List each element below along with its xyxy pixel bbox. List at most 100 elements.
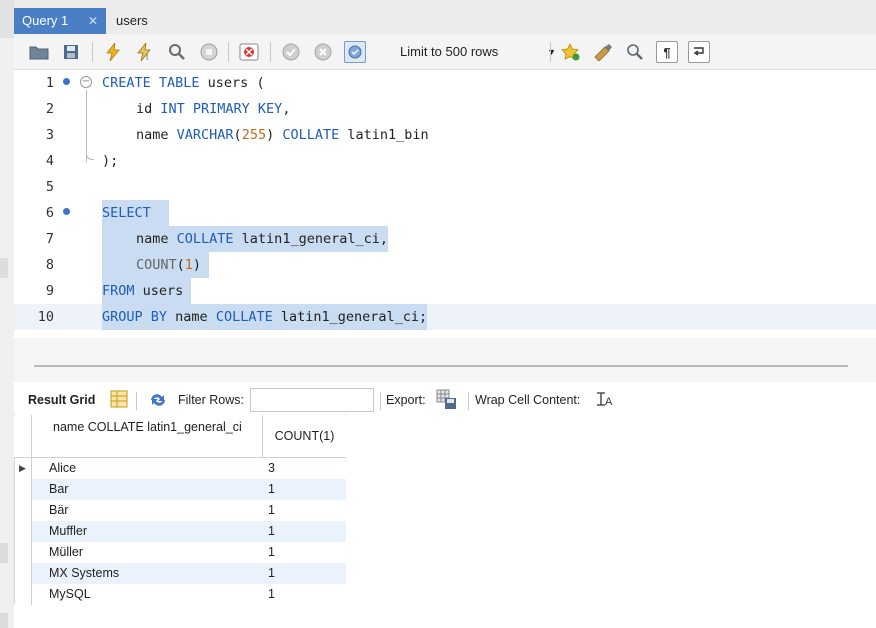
fold-end-marker xyxy=(86,148,94,160)
tab-label: Query 1 xyxy=(22,13,69,28)
code-token: COLLATE xyxy=(282,127,340,143)
table-cell[interactable]: Bar xyxy=(32,479,262,500)
code-token: users ( xyxy=(199,75,265,91)
code-token: VARCHAR xyxy=(176,127,234,143)
table-row[interactable]: Bar 1 xyxy=(14,479,346,500)
table-cell[interactable]: 1 xyxy=(262,584,346,605)
code-text: SELECT xyxy=(102,200,169,226)
close-icon[interactable]: ✕ xyxy=(88,8,98,34)
panel-marker xyxy=(0,543,8,563)
table-cell[interactable]: 3 xyxy=(262,458,346,479)
editor-line: 7 name COLLATE latin1_general_ci, xyxy=(14,226,876,252)
export-label: Export: xyxy=(386,393,426,407)
explain-icon[interactable] xyxy=(166,41,188,63)
code-token: GROUP BY xyxy=(102,309,168,325)
panel-marker xyxy=(0,258,8,278)
toolbar-separator xyxy=(550,42,551,62)
code-text: ); xyxy=(102,153,119,169)
line-number: 2 xyxy=(45,101,54,117)
editor-line: 6 SELECT xyxy=(14,200,876,226)
left-panel-strip xyxy=(0,38,14,628)
column-header-name[interactable]: name COLLATE latin1_general_ci xyxy=(53,420,263,435)
code-token: 255 xyxy=(241,127,267,143)
panel-splitter[interactable] xyxy=(14,338,876,382)
code-token: ( xyxy=(233,127,242,143)
table-cell[interactable]: MX Systems xyxy=(32,563,262,584)
splitter-handle[interactable] xyxy=(34,365,848,367)
table-cell[interactable]: 1 xyxy=(262,542,346,563)
panel-marker xyxy=(0,613,8,628)
code-token: name xyxy=(136,231,177,247)
find-icon[interactable] xyxy=(624,41,646,63)
table-cell[interactable]: Müller xyxy=(32,542,262,563)
code-text: name COLLATE latin1_general_ci, xyxy=(102,226,388,252)
beautify-icon[interactable] xyxy=(592,41,614,63)
column-header-count[interactable]: COUNT(1) xyxy=(262,415,346,458)
code-token: CREATE TABLE xyxy=(102,75,200,91)
code-token: COLLATE xyxy=(215,309,273,325)
table-cell[interactable]: 1 xyxy=(262,521,346,542)
save-icon[interactable] xyxy=(60,41,82,63)
code-text: id INT PRIMARY KEY, xyxy=(136,96,290,122)
table-cell[interactable]: 1 xyxy=(262,500,346,521)
table-cell[interactable]: 1 xyxy=(262,563,346,584)
invisible-chars-icon[interactable]: ¶ xyxy=(656,41,678,63)
line-number: 10 xyxy=(37,309,54,325)
fold-toggle-icon[interactable]: − xyxy=(80,76,92,88)
limit-rows-select[interactable]: Limit to 500 rows ▼ xyxy=(394,40,562,64)
code-token: COUNT xyxy=(136,257,177,273)
row-header xyxy=(14,521,32,542)
table-row[interactable]: Muffler 1 xyxy=(14,521,346,542)
tab-query-1[interactable]: Query 1 ✕ xyxy=(14,8,106,34)
table-cell[interactable]: Muffler xyxy=(32,521,262,542)
bookmark-icon[interactable] xyxy=(560,41,582,63)
toolbar-separator xyxy=(468,392,469,410)
code-token: name xyxy=(136,127,177,143)
rollback-icon[interactable] xyxy=(312,41,334,63)
line-number: 4 xyxy=(45,153,54,169)
stop-icon[interactable] xyxy=(198,41,220,63)
execute-current-icon[interactable]: I xyxy=(134,41,156,63)
table-cell[interactable]: MySQL xyxy=(32,584,262,605)
table-cell[interactable]: Bär xyxy=(32,500,262,521)
autocommit-icon[interactable] xyxy=(344,41,366,63)
tab-label: users xyxy=(116,13,148,28)
line-number: 3 xyxy=(45,127,54,143)
line-number: 5 xyxy=(45,179,54,195)
filter-rows-input[interactable] xyxy=(250,388,374,412)
statement-marker-icon xyxy=(63,208,70,215)
code-token: name xyxy=(167,309,216,325)
table-row[interactable]: MySQL 1 xyxy=(14,584,346,605)
wrap-cell-icon[interactable]: A xyxy=(596,391,614,412)
table-row[interactable]: MX Systems 1 xyxy=(14,563,346,584)
commit-icon[interactable] xyxy=(280,41,302,63)
refresh-icon[interactable] xyxy=(148,391,168,412)
code-token: FROM xyxy=(102,283,135,299)
grid-form-icon[interactable] xyxy=(110,390,128,411)
result-grid-tab[interactable]: Result Grid xyxy=(28,384,95,416)
table-row[interactable]: Bär 1 xyxy=(14,500,346,521)
wrap-icon[interactable] xyxy=(688,41,710,63)
code-token: id xyxy=(136,101,161,117)
editor-line-current: 10 GROUP BY name COLLATE latin1_general_… xyxy=(14,304,876,330)
open-folder-icon[interactable] xyxy=(28,41,50,63)
table-cell[interactable]: Alice xyxy=(32,458,262,479)
toggle-error-icon[interactable] xyxy=(238,41,260,63)
execute-icon[interactable] xyxy=(102,41,124,63)
line-number: 8 xyxy=(45,257,54,273)
editor-line: 4 ); xyxy=(14,148,876,174)
export-icon[interactable] xyxy=(436,389,458,414)
tab-bar-edge xyxy=(0,0,14,38)
row-pointer-icon: ▶ xyxy=(14,458,32,479)
table-cell[interactable]: 1 xyxy=(262,479,346,500)
row-header-corner xyxy=(14,415,32,458)
editor-line: 2 id INT PRIMARY KEY, xyxy=(14,96,876,122)
table-row[interactable]: ▶ Alice 3 xyxy=(14,458,346,479)
table-row[interactable]: Müller 1 xyxy=(14,542,346,563)
code-token: , xyxy=(282,101,291,117)
toolbar-separator xyxy=(380,392,381,410)
toolbar-separator xyxy=(92,42,93,62)
sql-editor[interactable]: 1 − CREATE TABLE users ( 2 id INT PRIMAR… xyxy=(14,70,876,338)
row-header xyxy=(14,542,32,563)
tab-users[interactable]: users xyxy=(108,8,156,34)
